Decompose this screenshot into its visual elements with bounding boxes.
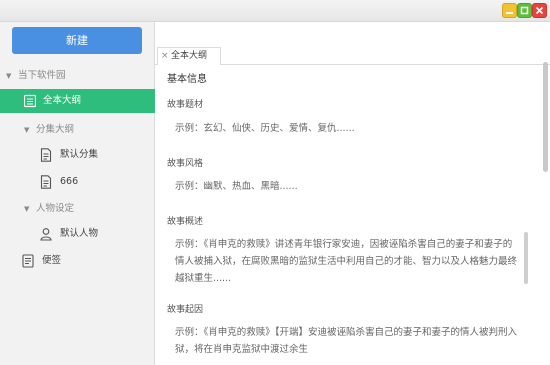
caret-down-icon: ▼ <box>24 205 30 213</box>
field-text-genre[interactable]: 示例：玄幻、仙侠、历史、爱情、复仇...... <box>175 120 520 137</box>
close-tab-icon[interactable]: × <box>161 48 169 64</box>
field-text-summary[interactable]: 示例：《肖申克的救赎》讲述青年银行家安迪，因被诬陷杀害自己的妻子和妻子的情人被捕… <box>175 236 520 287</box>
new-button[interactable]: 新建 <box>12 27 142 54</box>
document-icon <box>40 148 52 162</box>
tree-group-characters[interactable]: ▼ 人物设定 <box>0 199 155 219</box>
sidebar-item-label: 默认分集 <box>60 149 99 160</box>
field-text-style[interactable]: 示例：幽默、热血、黑暗...... <box>175 178 520 195</box>
field-text-origin[interactable]: 示例：《肖申克的救赎》【开端】安迪被诬陷杀害自己的妻子和妻子的情人被判刑入狱，将… <box>175 324 520 358</box>
maximize-button[interactable] <box>517 3 532 18</box>
sidebar-item-default-character[interactable]: 默认人物 <box>0 224 155 244</box>
sidebar-item-label: 人物设定 <box>36 203 75 214</box>
tab-label: 全本大纲 <box>171 51 208 61</box>
sidebar-item-label: 默认人物 <box>60 228 99 239</box>
minimize-button[interactable] <box>502 3 517 18</box>
field-label-summary: 故事概述 <box>167 217 204 227</box>
sidebar-item-label: 666 <box>60 176 79 187</box>
tab-bar: × 全本大纲 <box>155 45 550 65</box>
caret-down-icon: ▼ <box>24 126 30 134</box>
content-scrollbar[interactable] <box>543 62 548 172</box>
sidebar-item-label: 分集大纲 <box>36 124 75 135</box>
close-icon <box>535 6 544 15</box>
notes-icon <box>22 254 34 268</box>
sidebar-item-default-episode[interactable]: 默认分集 <box>0 145 155 165</box>
outline-list-icon <box>24 94 36 108</box>
field-label-origin: 故事起因 <box>167 305 204 315</box>
field-label-genre: 故事题材 <box>167 100 204 110</box>
maximize-icon <box>520 6 529 15</box>
person-icon <box>40 228 52 241</box>
close-window-button[interactable] <box>532 3 547 18</box>
sidebar-item-label: 便签 <box>42 255 62 266</box>
sidebar: 新建 ▼ 当下软件园 全本大纲 ▼ 分集大纲 默认分集 666 ▼ 人物设定 默… <box>0 22 155 365</box>
section-title: 基本信息 <box>167 74 207 85</box>
document-icon <box>40 175 52 189</box>
sidebar-item-666[interactable]: 666 <box>0 172 155 192</box>
sidebar-item-full-outline[interactable]: 全本大纲 <box>0 89 155 113</box>
tree-group-episodes[interactable]: ▼ 分集大纲 <box>0 120 155 140</box>
tree-root-label: 当下软件园 <box>18 70 66 81</box>
outline-content: 基本信息 故事题材 示例：玄幻、仙侠、历史、爱情、复仇...... 故事风格 示… <box>155 65 550 365</box>
tab-full-outline[interactable]: × 全本大纲 <box>157 47 221 65</box>
sidebar-item-label: 全本大纲 <box>43 95 82 106</box>
minimize-icon <box>506 12 513 14</box>
window-titlebar <box>0 0 550 22</box>
summary-scrollbar[interactable] <box>524 232 528 284</box>
field-label-style: 故事风格 <box>167 159 204 169</box>
tree-root[interactable]: ▼ 当下软件园 <box>0 66 155 86</box>
caret-down-icon: ▼ <box>6 72 12 80</box>
sidebar-item-notes[interactable]: 便签 <box>0 251 155 271</box>
